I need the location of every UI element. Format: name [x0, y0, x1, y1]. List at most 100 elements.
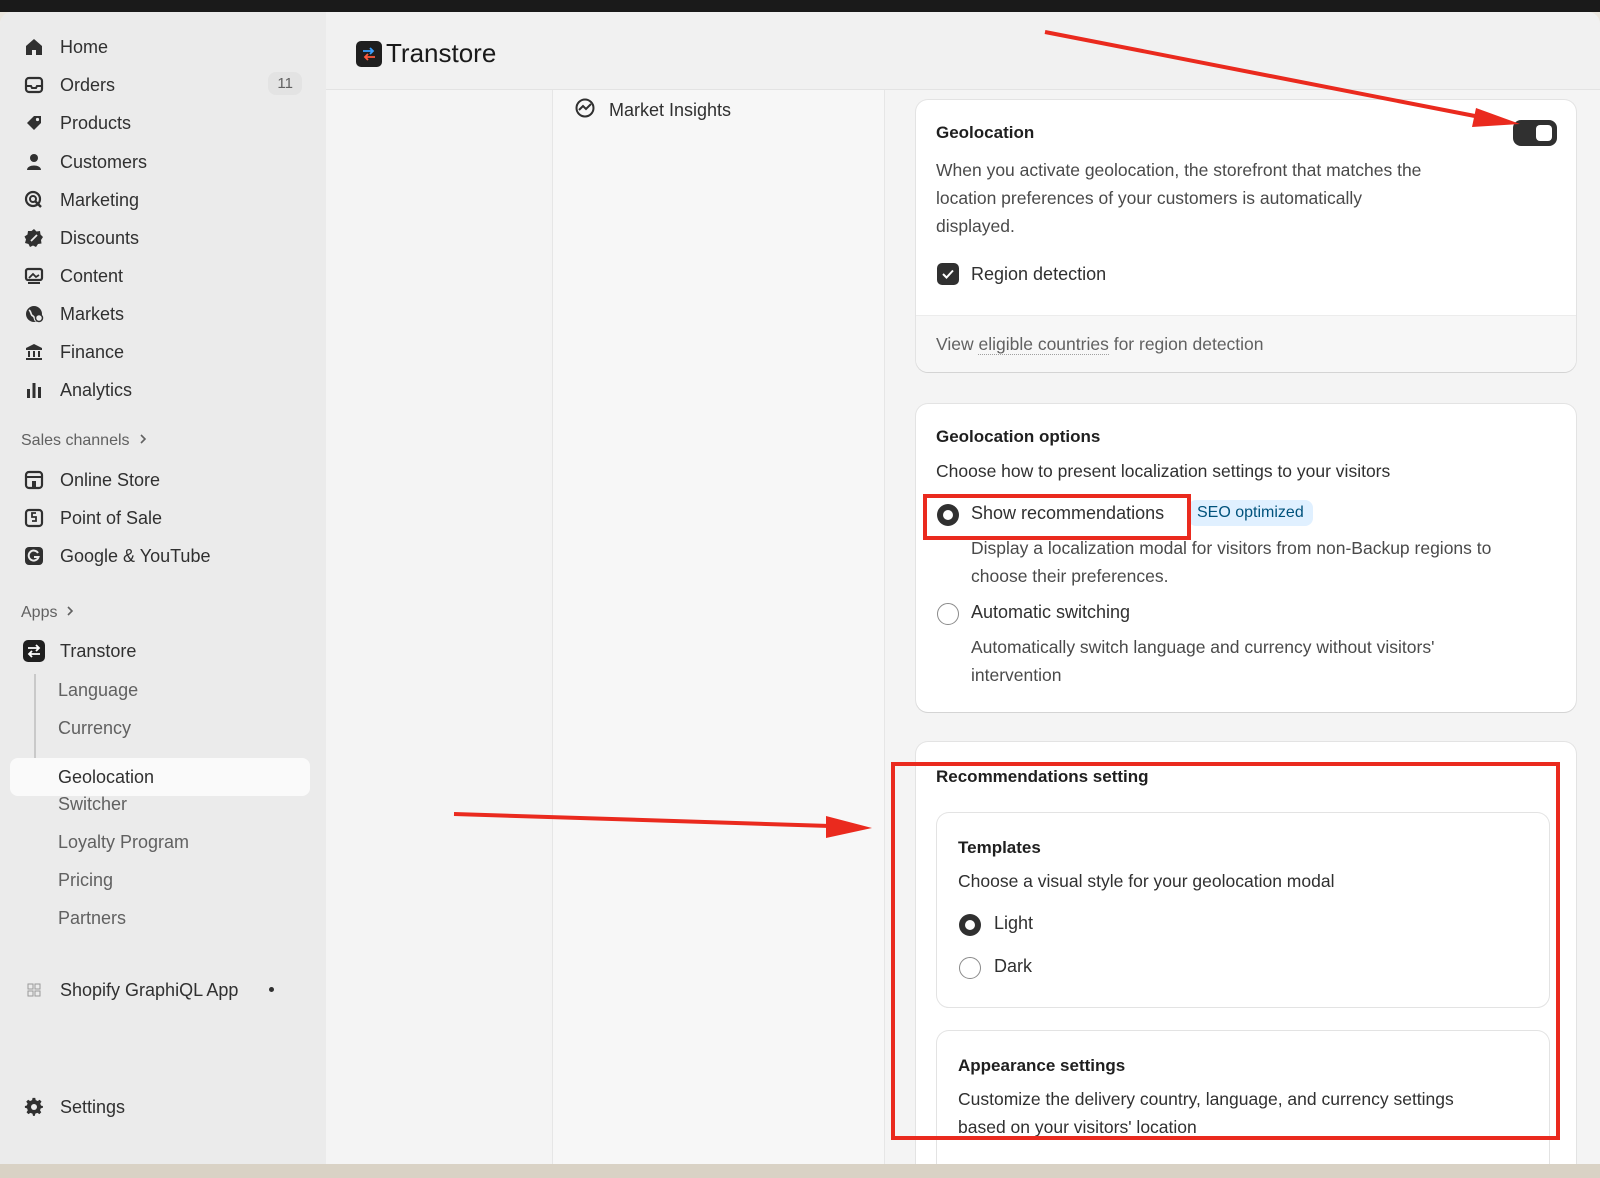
- description-line: Display a localization modal for visitor…: [971, 538, 1492, 558]
- link-text-post: for region detection: [1108, 334, 1264, 354]
- sidebar-subitem-switcher[interactable]: Switcher: [10, 785, 310, 823]
- description-line: Automatically switch language and curren…: [971, 637, 1435, 657]
- template-dark-radio[interactable]: [959, 957, 981, 979]
- transtore-logo-icon: [356, 41, 382, 67]
- description-line: choose their preferences.: [971, 566, 1169, 586]
- app-content: Market Insights Geolocation When you act…: [326, 90, 1600, 1164]
- sidebar-item-label: Shopify GraphiQL App: [60, 979, 239, 1000]
- chevron-right-icon: [138, 432, 148, 450]
- sidebar-item-content[interactable]: Content: [10, 257, 310, 295]
- sidebar-subitem-currency[interactable]: Currency: [10, 709, 310, 747]
- link-text-underlined[interactable]: eligible countries: [978, 334, 1109, 355]
- card-title: Geolocation options: [936, 427, 1101, 446]
- unread-dot: [269, 987, 274, 992]
- sidebar-item-google-youtube[interactable]: Google & YouTube: [10, 537, 310, 575]
- description-line: based on your visitors' location: [958, 1117, 1197, 1137]
- target-icon: [22, 188, 46, 212]
- sidebar-item-discounts[interactable]: Discounts: [10, 219, 310, 257]
- app-title: Transtore: [386, 38, 497, 68]
- orders-icon: [22, 73, 46, 97]
- sidebar-subitem-partners[interactable]: Partners: [10, 899, 310, 937]
- admin-sidebar: Home Orders 11 Products Customers Market…: [0, 12, 326, 1164]
- apps-label: Apps: [21, 604, 58, 621]
- google-icon: [22, 544, 46, 568]
- sidebar-item-markets[interactable]: Markets: [10, 295, 310, 333]
- apps-heading[interactable]: Apps: [21, 604, 75, 622]
- sidebar-item-marketing[interactable]: Marketing: [10, 181, 310, 219]
- subnav-label: Market Insights: [609, 100, 732, 120]
- home-icon: [22, 35, 46, 59]
- sidebar-item-label: Home: [60, 36, 109, 57]
- description-line: location preferences of your customers i…: [936, 188, 1363, 208]
- sidebar-item-customers[interactable]: Customers: [10, 143, 310, 181]
- sidebar-subitem-label: Pricing: [58, 869, 114, 890]
- sidebar-item-graphiql-app[interactable]: Shopify GraphiQL App: [10, 971, 310, 1009]
- sidebar-subitem-loyalty-program[interactable]: Loyalty Program: [10, 823, 310, 861]
- template-light-label: Light: [994, 913, 1034, 933]
- globe-icon: [22, 302, 46, 326]
- sidebar-item-finance[interactable]: Finance: [10, 333, 310, 371]
- show-recommendations-radio[interactable]: [937, 504, 959, 526]
- sidebar-subitem-language[interactable]: Language: [10, 671, 310, 709]
- app-subnav: Market Insights: [552, 90, 885, 1164]
- template-dark-label: Dark: [994, 956, 1033, 976]
- geolocation-options-card: Geolocation options Choose how to presen…: [916, 404, 1576, 712]
- appearance-description: Customize the delivery country, language…: [958, 1085, 1538, 1141]
- sidebar-item-label: Google & YouTube: [60, 545, 211, 566]
- automatic-switching-radio[interactable]: [937, 603, 959, 625]
- sidebar-item-label: Markets: [60, 303, 125, 324]
- sidebar-subitem-label: Loyalty Program: [58, 831, 190, 852]
- sidebar-item-label: Discounts: [60, 227, 140, 248]
- appearance-settings-panel: Appearance settings Customize the delive…: [937, 1031, 1549, 1164]
- sidebar-item-products[interactable]: Products: [10, 104, 310, 142]
- card-title: Geolocation: [936, 123, 1035, 142]
- subnav-market-insights[interactable]: Market Insights: [575, 98, 731, 123]
- sidebar-item-home[interactable]: Home: [10, 28, 310, 66]
- sidebar-item-point-of-sale[interactable]: Point of Sale: [10, 499, 310, 537]
- sidebar-item-label: Analytics: [60, 379, 133, 400]
- sidebar-subitem-pricing[interactable]: Pricing: [10, 861, 310, 899]
- sales-channels-heading[interactable]: Sales channels: [21, 432, 148, 450]
- recommendations-setting-card: Recommendations setting Templates Choose…: [916, 742, 1576, 1164]
- template-light-radio[interactable]: [959, 914, 981, 936]
- link-text-pre: View: [936, 334, 979, 354]
- sidebar-item-transtore[interactable]: Transtore: [10, 632, 310, 670]
- description-line: intervention: [971, 665, 1062, 685]
- transtore-app-icon: [22, 639, 46, 663]
- sidebar-subitem-label: Switcher: [58, 793, 128, 814]
- bar-chart-icon: [22, 378, 46, 402]
- sidebar-item-label: Online Store: [60, 469, 161, 490]
- show-recommendations-description: Display a localization modal for visitor…: [971, 534, 1561, 590]
- region-detection-checkbox[interactable]: [937, 263, 959, 285]
- eligible-countries-link[interactable]: View eligible countries for region detec…: [936, 334, 1264, 355]
- image-icon: [22, 264, 46, 288]
- discount-icon: [22, 226, 46, 250]
- sidebar-item-label: Transtore: [60, 640, 137, 661]
- templates-panel: Templates Choose a visual style for your…: [937, 813, 1549, 1007]
- seo-optimized-badge: SEO optimized: [1188, 500, 1313, 526]
- app-window: Home Orders 11 Products Customers Market…: [0, 12, 1600, 1164]
- store-icon: [22, 468, 46, 492]
- pos-icon: [22, 506, 46, 530]
- sidebar-item-label: Products: [60, 112, 132, 133]
- sidebar-item-settings[interactable]: Settings: [10, 1088, 310, 1126]
- bank-icon: [22, 340, 46, 364]
- templates-subtitle: Choose a visual style for your geolocati…: [958, 871, 1335, 891]
- description-line: Customize the delivery country, language…: [958, 1089, 1454, 1109]
- toggle-knob: [1536, 125, 1552, 141]
- card-title: Recommendations setting: [936, 767, 1149, 786]
- sidebar-item-label: Settings: [60, 1096, 126, 1117]
- description-line: When you activate geolocation, the store…: [936, 160, 1422, 180]
- app-placeholder-icon: [22, 978, 46, 1002]
- templates-title: Templates: [958, 838, 1041, 857]
- sidebar-item-online-store[interactable]: Online Store: [10, 461, 310, 499]
- gear-icon: [22, 1095, 46, 1119]
- sidebar-item-label: Orders: [60, 74, 116, 95]
- geolocation-toggle[interactable]: [1513, 120, 1557, 146]
- sidebar-item-orders[interactable]: Orders 11: [10, 66, 310, 104]
- description-line: displayed.: [936, 216, 1015, 236]
- region-detection-label: Region detection: [971, 264, 1107, 284]
- card-subtitle: Choose how to present localization setti…: [936, 461, 1391, 481]
- sidebar-item-analytics[interactable]: Analytics: [10, 371, 310, 409]
- window-bottom-strip: [0, 1164, 1600, 1178]
